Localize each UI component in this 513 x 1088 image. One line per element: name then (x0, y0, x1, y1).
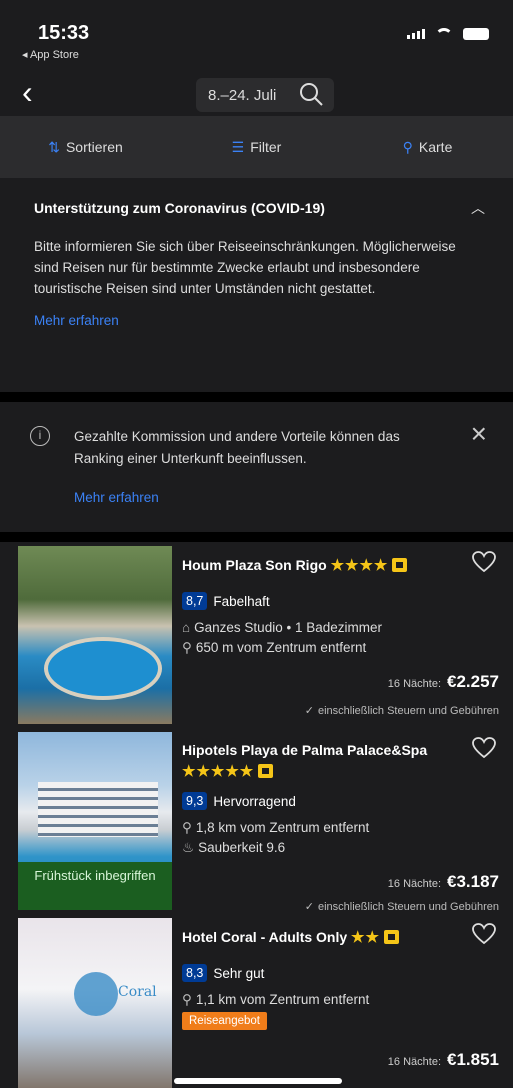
deal-badge: Reiseangebot (182, 1012, 267, 1030)
breakfast-badge: Frühstück inbegriffen (18, 862, 172, 910)
hotel-photo[interactable]: Frühstück inbegriffen (18, 732, 172, 910)
price-row: 16 Nächte: €3.187 (388, 872, 499, 892)
back-chevron-icon[interactable]: ‹ (22, 76, 33, 108)
location-pin-icon: ⚲ (182, 640, 192, 655)
map-pin-icon: ⚲ (402, 138, 413, 155)
distance-text: 1,8 km vom Zentrum entfernt (195, 820, 370, 835)
distance-info: ⚲ 1,8 km vom Zentrum entfernt (182, 820, 369, 836)
hotel-stars-row: ★★★★★ (182, 762, 274, 780)
location-pin-icon: ⚲ (182, 992, 192, 1007)
covid-more-link[interactable]: Mehr erfahren (34, 313, 479, 328)
star-rating: ★★★★★ (182, 763, 255, 780)
signal-icon (407, 29, 425, 39)
covid-info-panel: Unterstützung zum Coronavirus (COVID-19)… (0, 178, 513, 392)
check-icon: ✓ (304, 705, 314, 717)
covid-title: Unterstützung zum Coronavirus (COVID-19) (34, 200, 325, 216)
notice-more-link[interactable]: Mehr erfahren (74, 490, 159, 505)
tax-note: ✓ einschließlich Steuern und Gebühren (305, 704, 499, 717)
preferred-partner-icon (258, 764, 274, 778)
map-button[interactable]: ⚲ Karte (342, 139, 513, 156)
score-value: 9,3 (182, 792, 208, 810)
preferred-partner-icon (383, 930, 399, 944)
covid-text: Bitte informieren Sie sich über Reiseein… (34, 239, 456, 296)
map-label: Karte (418, 139, 453, 155)
filter-label: Filter (250, 139, 282, 155)
price-value: €1.851 (447, 1050, 499, 1069)
date-range-label: 8.–24. Juli (208, 87, 277, 104)
check-icon: ✓ (304, 901, 314, 913)
cleanliness-info: ♨ Sauberkeit 9.6 (182, 840, 285, 856)
filter-icon: ☰ (231, 138, 245, 155)
review-score: 9,3 Hervorragend (182, 792, 296, 810)
close-icon[interactable]: × (471, 418, 487, 450)
system-icons (407, 28, 489, 40)
hotel-card[interactable]: Houm Plaza Son Rigo ★★★★ 8,7 Fabelhaft ⌂… (0, 542, 513, 728)
status-bar: 15:33 ◂ App Store (0, 0, 513, 70)
score-value: 8,7 (182, 592, 208, 610)
cleanliness-text: Sauberkeit 9.6 (198, 840, 286, 855)
hotel-name: Hipotels Playa de Palma Palace&Spa (182, 742, 428, 758)
room-info-text: Ganzes Studio • 1 Badezimmer (194, 620, 382, 635)
house-icon: ⌂ (182, 620, 191, 635)
wifi-icon (435, 28, 453, 40)
ranking-notice: i Gezahlte Kommission und andere Vorteil… (0, 402, 513, 532)
distance-info: ⚲ 650 m vom Zentrum entfernt (182, 640, 366, 656)
results-toolbar: ⇅ Sortieren ☰ Filter ⚲ Karte (0, 116, 513, 178)
price-value: €2.257 (447, 672, 499, 691)
hotel-name-row: Hotel Coral - Adults Only ★★ (182, 928, 399, 946)
hotel-name: Hotel Coral - Adults Only (182, 929, 348, 945)
score-label: Sehr gut (213, 965, 265, 981)
date-search-field[interactable]: 8.–24. Juli (196, 78, 334, 112)
info-icon: i (30, 426, 50, 446)
hotel-photo[interactable]: Coral (18, 918, 172, 1088)
nights-label: 16 Nächte: (387, 878, 441, 890)
review-score: 8,7 Fabelhaft (182, 592, 270, 610)
tax-note: ✓ einschließlich Steuern und Gebühren (305, 900, 499, 913)
star-rating: ★★ (351, 929, 380, 946)
nights-label: 16 Nächte: (387, 1056, 441, 1068)
distance-info: ⚲ 1,1 km vom Zentrum entfernt (182, 992, 369, 1008)
heart-icon[interactable] (471, 550, 497, 574)
home-indicator[interactable] (174, 1078, 342, 1084)
score-label: Fabelhaft (213, 593, 270, 609)
distance-text: 1,1 km vom Zentrum entfernt (195, 992, 370, 1007)
hotel-name-row: Houm Plaza Son Rigo ★★★★ (182, 556, 408, 574)
battery-icon (463, 28, 489, 40)
score-label: Hervorragend (213, 793, 296, 809)
preferred-partner-icon (392, 558, 408, 572)
collapse-chevron-icon[interactable]: ︿ (471, 198, 485, 218)
score-value: 8,3 (182, 964, 208, 982)
sort-button[interactable]: ⇅ Sortieren (0, 139, 171, 156)
back-to-app-store-link[interactable]: ◂ App Store (22, 48, 79, 61)
price-row: 16 Nächte: €2.257 (388, 672, 499, 692)
distance-text: 650 m vom Zentrum entfernt (195, 640, 367, 655)
hotel-name-row: Hipotels Playa de Palma Palace&Spa (182, 742, 427, 758)
nav-bar: ‹ 8.–24. Juli (0, 70, 513, 116)
room-info: ⌂ Ganzes Studio • 1 Badezimmer (182, 620, 382, 635)
clock: 15:33 (38, 22, 90, 44)
sort-icon: ⇅ (48, 138, 60, 155)
filter-button[interactable]: ☰ Filter (171, 139, 342, 156)
hotel-photo[interactable] (18, 546, 172, 724)
star-rating: ★★★★ (330, 557, 389, 574)
heart-icon[interactable] (471, 736, 497, 760)
heart-icon[interactable] (471, 922, 497, 946)
notice-text: Gezahlte Kommission und andere Vorteile … (74, 429, 400, 466)
hotel-name: Houm Plaza Son Rigo (182, 557, 327, 573)
cleaning-icon: ♨ (182, 840, 195, 855)
hotel-card[interactable]: Coral Hotel Coral - Adults Only ★★ 8,3 S… (0, 914, 513, 1088)
review-score: 8,3 Sehr gut (182, 964, 264, 982)
tax-text: einschließlich Steuern und Gebühren (317, 901, 499, 913)
search-icon (300, 83, 323, 106)
price-value: €3.187 (447, 872, 499, 891)
hotel-card[interactable]: Frühstück inbegriffen Hipotels Playa de … (0, 728, 513, 914)
price-row: 16 Nächte: €1.851 (388, 1050, 499, 1070)
location-pin-icon: ⚲ (182, 820, 192, 835)
tax-text: einschließlich Steuern und Gebühren (317, 705, 499, 717)
nights-label: 16 Nächte: (387, 678, 441, 690)
hotel-logo-text: Coral (118, 984, 157, 1000)
sort-label: Sortieren (65, 139, 123, 155)
